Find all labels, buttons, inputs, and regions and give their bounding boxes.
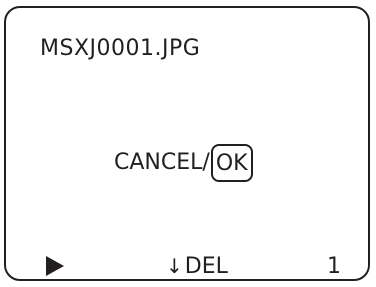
- option-separator: /: [202, 150, 210, 175]
- confirm-dialog: CANCEL / OK: [114, 143, 253, 183]
- delete-label: DEL: [184, 254, 228, 279]
- file-name: MSXJ0001.JPG: [40, 36, 201, 61]
- lcd-screen: MSXJ0001.JPG CANCEL / OK ↓DEL 1: [4, 6, 370, 281]
- image-count: 1: [327, 254, 341, 279]
- play-icon[interactable]: [46, 256, 64, 276]
- delete-indicator[interactable]: ↓DEL: [166, 256, 228, 278]
- cancel-option[interactable]: CANCEL: [114, 152, 202, 174]
- down-arrow-icon: ↓: [166, 254, 183, 278]
- ok-button[interactable]: OK: [210, 144, 253, 182]
